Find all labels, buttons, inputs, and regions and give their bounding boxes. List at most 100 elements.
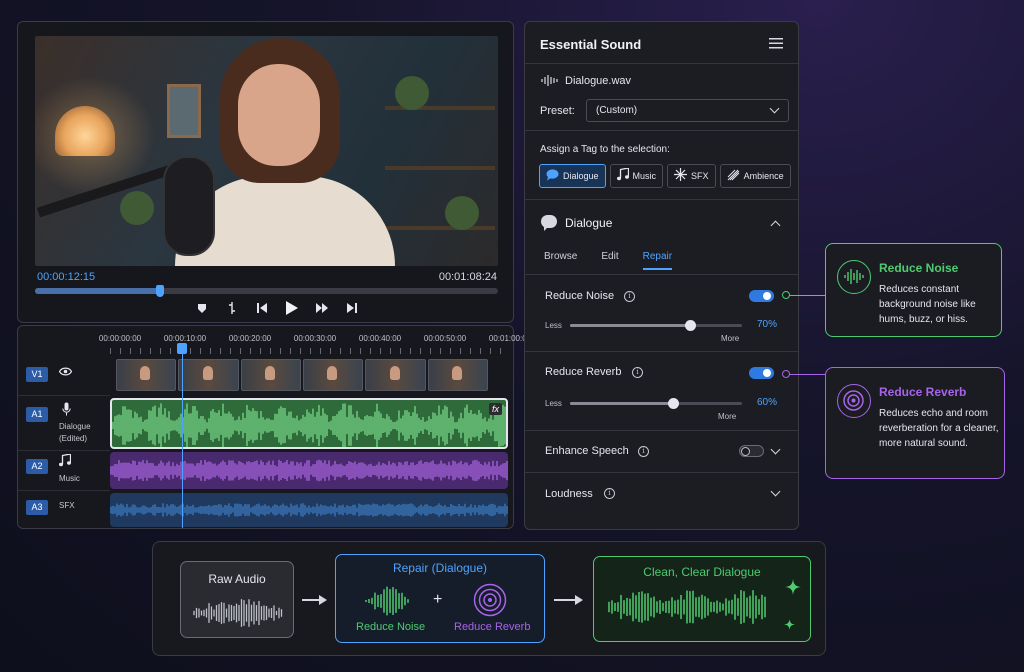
track-divider xyxy=(18,490,110,491)
repair-box: Repair (Dialogue) + Reduce Noise Reduce … xyxy=(335,554,545,643)
timeline-playhead[interactable] xyxy=(182,352,183,528)
info-icon[interactable]: i xyxy=(632,367,643,378)
tab-edit[interactable]: Edit xyxy=(601,251,618,270)
time-ruler[interactable]: 00:00:00:00 00:00:10:00 00:00:20:00 00:00:3… xyxy=(99,332,531,354)
track-id-a2[interactable]: A2 xyxy=(26,459,48,474)
preset-dropdown[interactable]: (Custom) xyxy=(586,99,789,122)
dialogue-waveform xyxy=(112,403,506,447)
in-out-icon[interactable] xyxy=(224,300,240,316)
track-name-a3: SFX xyxy=(59,501,75,510)
raw-audio-label: Raw Audio xyxy=(208,572,266,586)
info-icon[interactable]: i xyxy=(638,446,649,457)
clean-waveform xyxy=(608,590,766,624)
track-id-a1[interactable]: A1 xyxy=(26,407,48,422)
ruler-label: 00:00:50:00 xyxy=(423,334,467,343)
chevron-up-icon[interactable] xyxy=(770,220,781,231)
reduce-noise-value: 70% xyxy=(757,319,778,330)
tab-browse[interactable]: Browse xyxy=(544,251,577,270)
slider-thumb[interactable] xyxy=(685,320,697,331)
slider-fill xyxy=(570,402,674,405)
enhance-speech-toggle[interactable] xyxy=(739,445,764,457)
tag-sfx-button[interactable]: SFX xyxy=(667,164,716,188)
music-waveform xyxy=(110,459,508,482)
divider xyxy=(525,351,798,352)
music-note-icon[interactable] xyxy=(59,453,72,470)
clip-thumbnail xyxy=(116,359,177,391)
clean-dialogue-box: Clean, Clear Dialogue xyxy=(593,556,811,642)
tag-dialogue-button[interactable]: Dialogue xyxy=(539,164,606,188)
track-id-v1[interactable]: V1 xyxy=(26,367,48,382)
toggle-knob xyxy=(763,369,771,377)
file-name: Dialogue.wav xyxy=(565,75,632,87)
slider-thumb[interactable] xyxy=(668,398,680,409)
reduce-reverb-slider[interactable] xyxy=(570,398,742,409)
slider-more-label: More xyxy=(718,412,737,421)
panel-title: Essential Sound xyxy=(540,37,642,52)
clip-thumbnail xyxy=(365,359,426,391)
divider xyxy=(525,199,798,200)
sfx-audio-clip[interactable] xyxy=(110,493,508,527)
reduce-noise-step-label: Reduce Noise xyxy=(356,621,426,633)
video-preview[interactable] xyxy=(35,36,498,266)
chevron-down-icon xyxy=(769,103,780,114)
total-duration: 00:01:08:24 xyxy=(438,271,497,283)
slider-more-label: More xyxy=(721,334,740,343)
microphone-icon[interactable] xyxy=(62,402,71,419)
timeline-panel: 00:00:00:00 00:00:10:00 00:00:20:00 00:00:3… xyxy=(17,325,531,529)
repair-label: Repair (Dialogue) xyxy=(392,561,488,575)
subtabs: Browse Edit Repair xyxy=(544,251,696,270)
ruler-label: 00:00:40:00 xyxy=(358,334,402,343)
person-face xyxy=(238,64,320,166)
music-audio-clip[interactable] xyxy=(110,452,508,489)
section-title: Dialogue xyxy=(565,216,613,230)
enhance-speech-label: Enhance Speech xyxy=(545,445,629,457)
chevron-down-icon[interactable] xyxy=(770,486,781,497)
reduce-noise-slider[interactable] xyxy=(570,320,742,331)
marker-icon[interactable] xyxy=(194,300,210,316)
reduce-reverb-label: Reduce Reverb xyxy=(545,366,622,378)
arrow-icon xyxy=(302,595,327,605)
program-monitor: 00:00:12:15 00:01:08:24 xyxy=(17,21,514,323)
reduce-reverb-step-label: Reduce Reverb xyxy=(454,621,531,633)
scrub-bar[interactable] xyxy=(35,285,498,297)
dialogue-audio-clip[interactable]: fx xyxy=(110,398,508,449)
eye-icon[interactable] xyxy=(58,365,73,379)
video-clip[interactable] xyxy=(116,359,488,391)
play-icon[interactable] xyxy=(284,300,300,316)
clip-thumbnail xyxy=(302,359,364,391)
track-name-a1-sub: (Edited) xyxy=(59,434,88,443)
go-to-end-icon[interactable] xyxy=(344,300,360,316)
burst-icon xyxy=(674,168,688,184)
reduce-noise-toggle[interactable] xyxy=(749,290,774,302)
noise-connector-line xyxy=(787,295,825,296)
chevron-down-icon[interactable] xyxy=(770,444,781,455)
noise-waveform-icon xyxy=(365,586,409,616)
track-header-a1: A1 Dialogue (Edited) xyxy=(26,402,106,443)
info-icon[interactable]: i xyxy=(624,291,635,302)
transport-controls xyxy=(194,300,360,316)
scrub-progress xyxy=(35,288,160,294)
reduce-reverb-toggle[interactable] xyxy=(749,367,774,379)
ruler-label: 00:00:00:00 xyxy=(98,334,142,343)
sfx-waveform xyxy=(110,503,508,517)
toggle-knob xyxy=(741,447,750,456)
callout-title: Reduce Reverb xyxy=(879,385,967,399)
track-id-a3[interactable]: A3 xyxy=(26,500,48,515)
step-forward-icon[interactable] xyxy=(314,300,330,316)
fx-badge[interactable]: fx xyxy=(488,403,502,415)
info-icon[interactable]: i xyxy=(604,488,615,499)
hamburger-menu-icon[interactable] xyxy=(769,38,783,49)
clip-thumbnail xyxy=(427,359,488,391)
track-name-a1: Dialogue xyxy=(59,422,91,431)
track-header-v1: V1 xyxy=(26,364,106,382)
clean-dialogue-label: Clean, Clear Dialogue xyxy=(643,565,761,579)
step-back-icon[interactable] xyxy=(254,300,270,316)
preset-label: Preset: xyxy=(540,105,575,117)
scrub-playhead[interactable] xyxy=(156,285,164,297)
tag-ambience-button[interactable]: Ambience xyxy=(719,164,791,188)
shelf xyxy=(385,166,495,170)
current-timecode[interactable]: 00:00:12:15 xyxy=(37,271,95,283)
tab-repair[interactable]: Repair xyxy=(642,251,673,270)
tag-music-button[interactable]: Music xyxy=(609,164,664,188)
essential-sound-panel: Essential Sound Dialogue.wav Preset: (Cu… xyxy=(524,21,799,530)
